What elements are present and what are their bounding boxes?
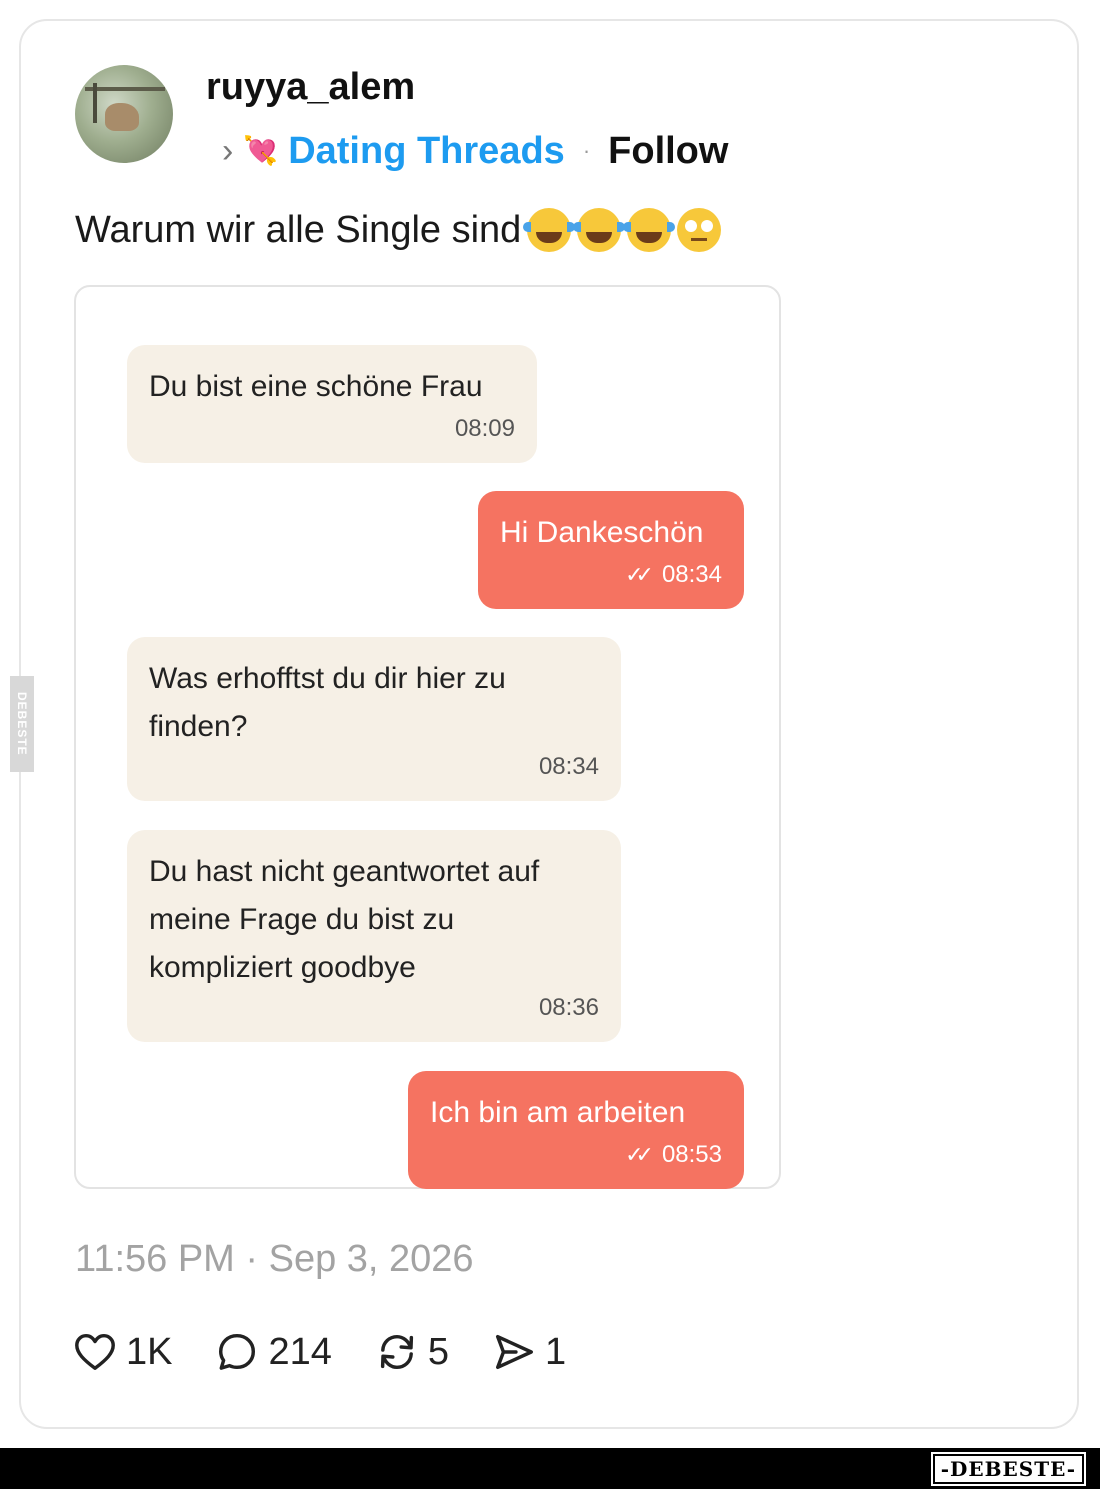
debeste-logo: -DEBESTE-	[930, 1452, 1087, 1486]
caption-text: Warum wir alle Single sind	[75, 208, 522, 251]
follow-button[interactable]: Follow	[608, 130, 728, 173]
face-with-tears-of-joy-icon	[623, 208, 676, 252]
share-button[interactable]: 1	[491, 1329, 566, 1375]
message-time: 08:09	[454, 415, 515, 442]
message-bubble-incoming: Du hast nicht geantwortet auf meine Frag…	[127, 830, 621, 1042]
username[interactable]: ruyya_alem	[206, 66, 415, 109]
message-bubble-incoming: Was erhofftst du dir hier zu finden? 08:…	[127, 637, 621, 801]
repost-icon	[380, 1334, 413, 1370]
message-bubble-outgoing: Ich bin am arbeiten ✓✓ 08:53	[408, 1071, 744, 1189]
repost-count: 5	[427, 1330, 450, 1373]
message-time: ✓✓ 08:53	[625, 1141, 722, 1168]
avatar-fence	[85, 87, 165, 91]
avatar-deer	[105, 103, 139, 131]
message-time: 08:36	[538, 994, 599, 1021]
chevron-right-icon: ›	[222, 132, 234, 170]
heart-icon	[75, 1333, 115, 1371]
watermark-bar: -DEBESTE-	[0, 1448, 1100, 1489]
message-text: Ich bin am arbeiten	[430, 1096, 686, 1129]
double-check-icon: ✓✓	[625, 1142, 654, 1167]
face-with-tears-of-joy-icon	[523, 208, 576, 252]
reply-count: 214	[268, 1330, 332, 1373]
heart-with-arrow-icon: 💘	[243, 135, 279, 166]
separator-dot: ·	[582, 138, 591, 163]
message-bubble-outgoing: Hi Dankeschön ✓✓ 08:34	[478, 491, 744, 609]
like-button[interactable]: 1K	[72, 1329, 172, 1375]
post-timestamp[interactable]: 11:56 PM · Sep 3, 2026	[75, 1238, 474, 1281]
action-bar: 1K 214 5 1	[72, 1326, 608, 1378]
like-count: 1K	[126, 1330, 173, 1373]
chat-screenshot: Du bist eine schöne Frau 08:09 Hi Dankes…	[74, 285, 781, 1189]
post-caption: Warum wir alle Single sind	[75, 208, 722, 252]
send-icon	[496, 1334, 534, 1370]
side-watermark: DEBESTE	[10, 676, 34, 772]
message-time: 08:34	[538, 753, 599, 780]
double-check-icon: ✓✓	[625, 562, 654, 587]
message-bubble-incoming: Du bist eine schöne Frau 08:09	[127, 345, 537, 463]
avatar-post	[93, 83, 97, 123]
message-text: Hi Dankeschön	[500, 516, 704, 549]
speech-bubble-icon	[219, 1333, 256, 1370]
topic-link[interactable]: Dating Threads	[288, 130, 565, 173]
face-with-rolling-eyes-icon	[677, 208, 722, 252]
avatar[interactable]	[75, 65, 173, 163]
face-with-tears-of-joy-icon	[573, 208, 626, 252]
message-text: Du bist eine schöne Frau	[149, 370, 483, 403]
repost-button[interactable]: 5	[374, 1329, 449, 1375]
message-time: ✓✓ 08:34	[625, 561, 722, 588]
share-count: 1	[545, 1330, 567, 1373]
message-text: Du hast nicht geantwortet auf meine Frag…	[149, 855, 540, 984]
topic-row: › 💘 Dating Threads · Follow	[222, 126, 728, 176]
message-text: Was erhofftst du dir hier zu finden?	[149, 662, 506, 743]
reply-button[interactable]: 214	[214, 1329, 332, 1375]
